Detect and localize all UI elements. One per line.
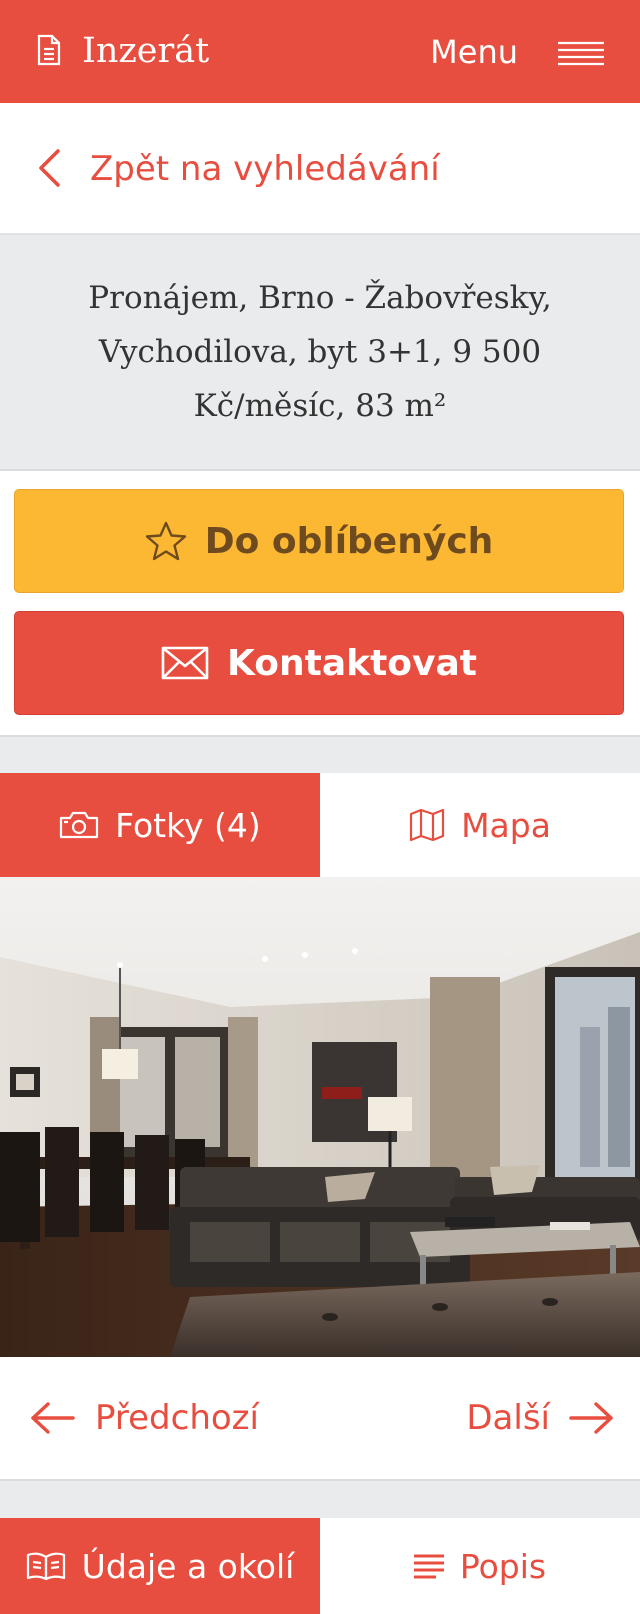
info-tabs: Údaje a okolí Popis — [0, 1518, 640, 1614]
arrow-left-icon[interactable] — [30, 1401, 76, 1439]
document-icon — [36, 34, 62, 70]
tab-photos[interactable]: Fotky (4) — [0, 773, 320, 877]
camera-icon — [59, 810, 99, 840]
previous-photo-button[interactable]: Předchozí — [95, 1395, 259, 1441]
next-photo-button[interactable]: Další — [466, 1395, 550, 1441]
chevron-left-icon — [36, 148, 62, 192]
contact-label: Kontaktovat — [227, 642, 477, 684]
page-title: Inzerát — [82, 31, 210, 71]
listing-photo[interactable] — [0, 877, 640, 1357]
add-to-favorites-button[interactable]: Do oblíbených — [14, 489, 624, 593]
arrow-right-icon[interactable] — [568, 1401, 614, 1439]
media-tabs: Fotky (4) Mapa — [0, 773, 640, 877]
tab-map[interactable]: Mapa — [320, 773, 640, 877]
section-divider — [0, 735, 640, 773]
tab-photos-label: Fotky (4) — [115, 805, 261, 845]
envelope-icon — [161, 646, 209, 680]
section-divider — [0, 1481, 640, 1518]
book-icon — [26, 1551, 66, 1581]
tab-details[interactable]: Údaje a okolí — [0, 1518, 320, 1614]
tab-map-label: Mapa — [461, 805, 551, 845]
tab-details-label: Údaje a okolí — [81, 1546, 295, 1586]
favorite-label: Do oblíbených — [204, 520, 494, 562]
menu-button[interactable]: Menu — [430, 30, 518, 74]
tab-description[interactable]: Popis — [320, 1518, 640, 1614]
star-icon — [145, 521, 187, 561]
listing-title: Pronájem, Brno - Žabovřesky, Vychodilova… — [88, 280, 552, 424]
top-bar: Inzerát Menu — [0, 0, 640, 103]
map-icon — [409, 808, 445, 842]
hamburger-icon[interactable] — [558, 41, 604, 71]
listing-title-panel: Pronájem, Brno - Žabovřesky, Vychodilova… — [0, 235, 640, 471]
tab-description-label: Popis — [459, 1546, 547, 1586]
back-link[interactable]: Zpět na vyhledávání — [0, 103, 640, 235]
contact-button[interactable]: Kontaktovat — [14, 611, 624, 715]
back-link-label[interactable]: Zpět na vyhledávání — [90, 146, 440, 192]
list-icon — [413, 1553, 444, 1579]
photo-pager: Předchozí Další — [0, 1357, 640, 1481]
